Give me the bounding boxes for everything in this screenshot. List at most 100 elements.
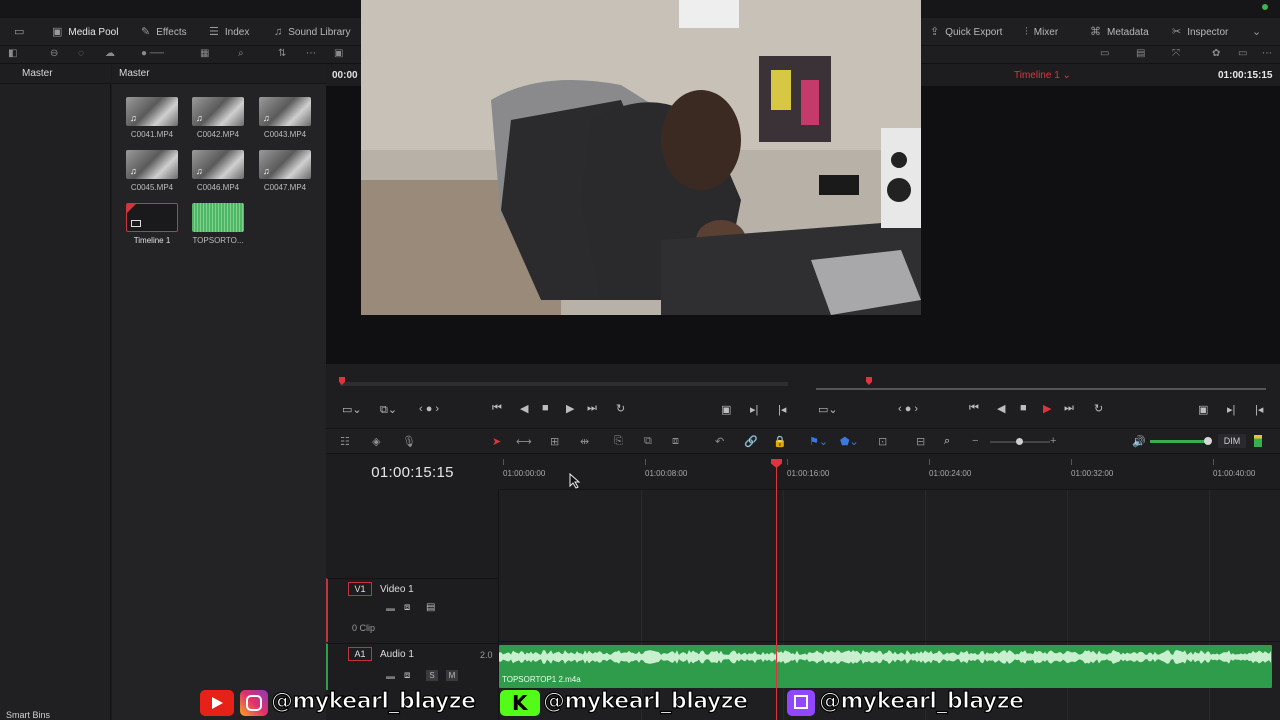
audio-track-name[interactable]: Audio 1 — [380, 649, 414, 660]
mixer-button[interactable]: ⫶ Mixer — [1025, 18, 1058, 46]
media-clip[interactable]: ♫ C0042.MP4 — [191, 97, 245, 139]
volume-slider-handle[interactable] — [1204, 437, 1212, 445]
timeline-loop-icon[interactable]: ↻ — [1094, 402, 1103, 415]
linked-selection-icon[interactable]: 🔗 — [744, 435, 758, 448]
sort-icon[interactable]: ⇅ — [278, 48, 286, 59]
go-to-end-icon[interactable]: ⏭ — [587, 402, 597, 415]
mark-in-icon[interactable]: |◂ — [778, 403, 786, 416]
expand-icon[interactable]: ⌄ — [1252, 18, 1261, 46]
marker-icon[interactable]: ⬟⌄ — [840, 435, 859, 448]
viewer-icon[interactable]: ▣ — [334, 48, 343, 59]
timeline-view-icon[interactable]: ▭⌄ — [818, 403, 838, 416]
media-clip[interactable]: ♫ C0043.MP4 — [258, 97, 312, 139]
volume-icon[interactable]: 🔊 — [1132, 435, 1146, 448]
media-clip[interactable]: ♫ C0047.MP4 — [258, 150, 312, 192]
timeline-clip[interactable]: Timeline 1 — [125, 203, 179, 245]
sound-library-button[interactable]: ♫ Sound Library — [274, 18, 351, 46]
clip-options-icon[interactable]: ⧉⌄ — [380, 403, 397, 417]
cloud-icon[interactable]: ☁ — [105, 48, 115, 59]
timeline-playhead-mini[interactable] — [866, 377, 872, 385]
dynamic-trim-icon[interactable]: ⇹ — [580, 435, 589, 448]
timeline-jog-control[interactable]: ‹ ● › — [898, 403, 918, 415]
metadata-button[interactable]: ⌘ Metadata — [1090, 18, 1149, 46]
media-clip[interactable]: ♫ C0045.MP4 — [125, 150, 179, 192]
audio-clip[interactable]: TOPSORTOP1 2.m4a — [499, 645, 1272, 688]
video-track-name[interactable]: Video 1 — [380, 584, 414, 595]
replace-clip-icon[interactable]: ⧈ — [672, 435, 679, 448]
fullscreen-icon[interactable]: ▭ — [1238, 48, 1247, 59]
mute-button[interactable]: M — [446, 670, 458, 681]
panel-toggle-icon[interactable]: ◧ — [8, 48, 17, 59]
inspector-button[interactable]: ✂ Inspector — [1172, 18, 1228, 46]
timeline-mark-out-icon[interactable]: ▸| — [1227, 403, 1235, 416]
overwrite-clip-icon[interactable]: ⧉ — [644, 435, 652, 448]
more-icon[interactable]: ⋯ — [306, 48, 316, 59]
timeline-step-back-icon[interactable]: ◀ — [997, 402, 1005, 415]
video-track-header[interactable]: V1 Video 1 ▬ ⧈ ▤ 0 Clip — [326, 578, 499, 642]
loop-icon[interactable]: ↻ — [616, 402, 625, 415]
bin-master[interactable]: Master — [0, 64, 111, 84]
blade-tool-icon[interactable]: ⊞ — [550, 435, 559, 448]
thumb-size-slider[interactable]: ● ── — [141, 48, 164, 59]
selection-tool-icon[interactable]: ➤ — [492, 435, 501, 448]
zoom-in-icon[interactable]: + — [1050, 435, 1056, 447]
color-icon[interactable]: ✿ — [1212, 48, 1220, 59]
transform-icon[interactable]: ⤧ — [1172, 48, 1180, 59]
stop-icon[interactable]: ■ — [542, 402, 549, 414]
timeline-go-to-end-icon[interactable]: ⏭ — [1064, 402, 1074, 415]
trim-tool-icon[interactable]: ⟷ — [516, 435, 532, 448]
zoom-full-icon[interactable]: ⊡ — [878, 435, 887, 448]
auto-select-icon[interactable]: ⧈ — [404, 602, 410, 613]
more-icon-right[interactable]: ⋯ — [1262, 48, 1272, 59]
search-icon[interactable]: ⌕ — [238, 48, 244, 59]
track-enable-icon[interactable]: ▤ — [426, 602, 435, 613]
snapping-icon[interactable]: ◈ — [372, 435, 380, 448]
audio-media-clip[interactable]: TOPSORTO... — [191, 203, 245, 245]
step-back-icon[interactable]: ◀ — [520, 402, 528, 415]
track-badge-v1[interactable]: V1 — [348, 582, 372, 596]
media-pool-button[interactable]: ▣ Media Pool — [52, 18, 118, 46]
timeline-stop-icon[interactable]: ■ — [1020, 402, 1027, 414]
media-clip[interactable]: ♫ C0041.MP4 — [125, 97, 179, 139]
timeline-mark-in-icon[interactable]: |◂ — [1255, 403, 1263, 416]
playhead-line[interactable] — [776, 460, 777, 720]
match-frame-icon[interactable]: ▣ — [721, 403, 731, 416]
quick-export-button[interactable]: ⇪ Quick Export — [930, 18, 1002, 46]
timeline-scrub-bar[interactable] — [816, 388, 1266, 390]
workspace-icon[interactable]: ▭ — [14, 18, 24, 46]
play-icon[interactable]: ▶ — [566, 402, 574, 415]
timeline-ruler[interactable]: 01:00:00:00 01:00:08:00 01:00:16:00 01:0… — [499, 455, 1280, 490]
effects-button[interactable]: ✎ Effects — [141, 18, 187, 46]
microphone-icon[interactable]: 🎙 — [402, 435, 416, 448]
grid-view-icon[interactable]: ▦ — [200, 48, 209, 59]
timeline-match-frame-icon[interactable]: ▣ — [1198, 403, 1208, 416]
clip-view-icon[interactable]: ▭⌄ — [342, 403, 362, 416]
index-button[interactable]: ☰ Index — [209, 18, 249, 46]
zoom-out-icon[interactable]: − — [972, 435, 978, 447]
mark-out-icon[interactable]: ▸| — [750, 403, 758, 416]
monitor-icon[interactable]: ▤ — [1136, 48, 1145, 59]
flag-icon[interactable]: ⚑⌄ — [809, 435, 828, 448]
timeline-name-dropdown[interactable]: Timeline 1 ⌄ — [1014, 70, 1071, 81]
timeline-go-to-start-icon[interactable]: ⏮ — [969, 402, 979, 415]
insert-clip-icon[interactable]: ⎘ — [614, 435, 623, 448]
track-lock-icon[interactable]: ▬ — [386, 603, 395, 613]
lock-icon[interactable]: 🔒 — [773, 435, 787, 448]
solo-button[interactable]: S — [426, 670, 438, 681]
layout-icon[interactable]: ▭ — [1100, 48, 1109, 59]
chat-icon[interactable]: ◌ — [78, 48, 84, 59]
smart-bins-label[interactable]: Smart Bins — [6, 710, 50, 720]
zoom-detail-icon[interactable]: ⊟ — [916, 435, 925, 448]
go-to-start-icon[interactable]: ⏮ — [492, 402, 502, 415]
zoom-custom-icon[interactable]: ⌕ — [944, 435, 950, 448]
timeline-play-icon[interactable]: ▶ — [1043, 402, 1051, 415]
media-clip[interactable]: ♫ C0046.MP4 — [191, 150, 245, 192]
source-scrub-bar[interactable] — [340, 382, 788, 386]
volume-slider[interactable] — [1150, 440, 1208, 443]
link-icon[interactable]: ⊖ — [50, 48, 58, 59]
audio-track-header[interactable]: A1 Audio 1 2.0 ▬ ⧈ S M — [326, 643, 499, 690]
dim-button[interactable]: DIM — [1218, 434, 1246, 448]
track-badge-a1[interactable]: A1 — [348, 647, 372, 661]
auto-select-icon[interactable]: ⧈ — [404, 670, 410, 681]
timeline-options-icon[interactable]: ☷ — [340, 435, 350, 448]
